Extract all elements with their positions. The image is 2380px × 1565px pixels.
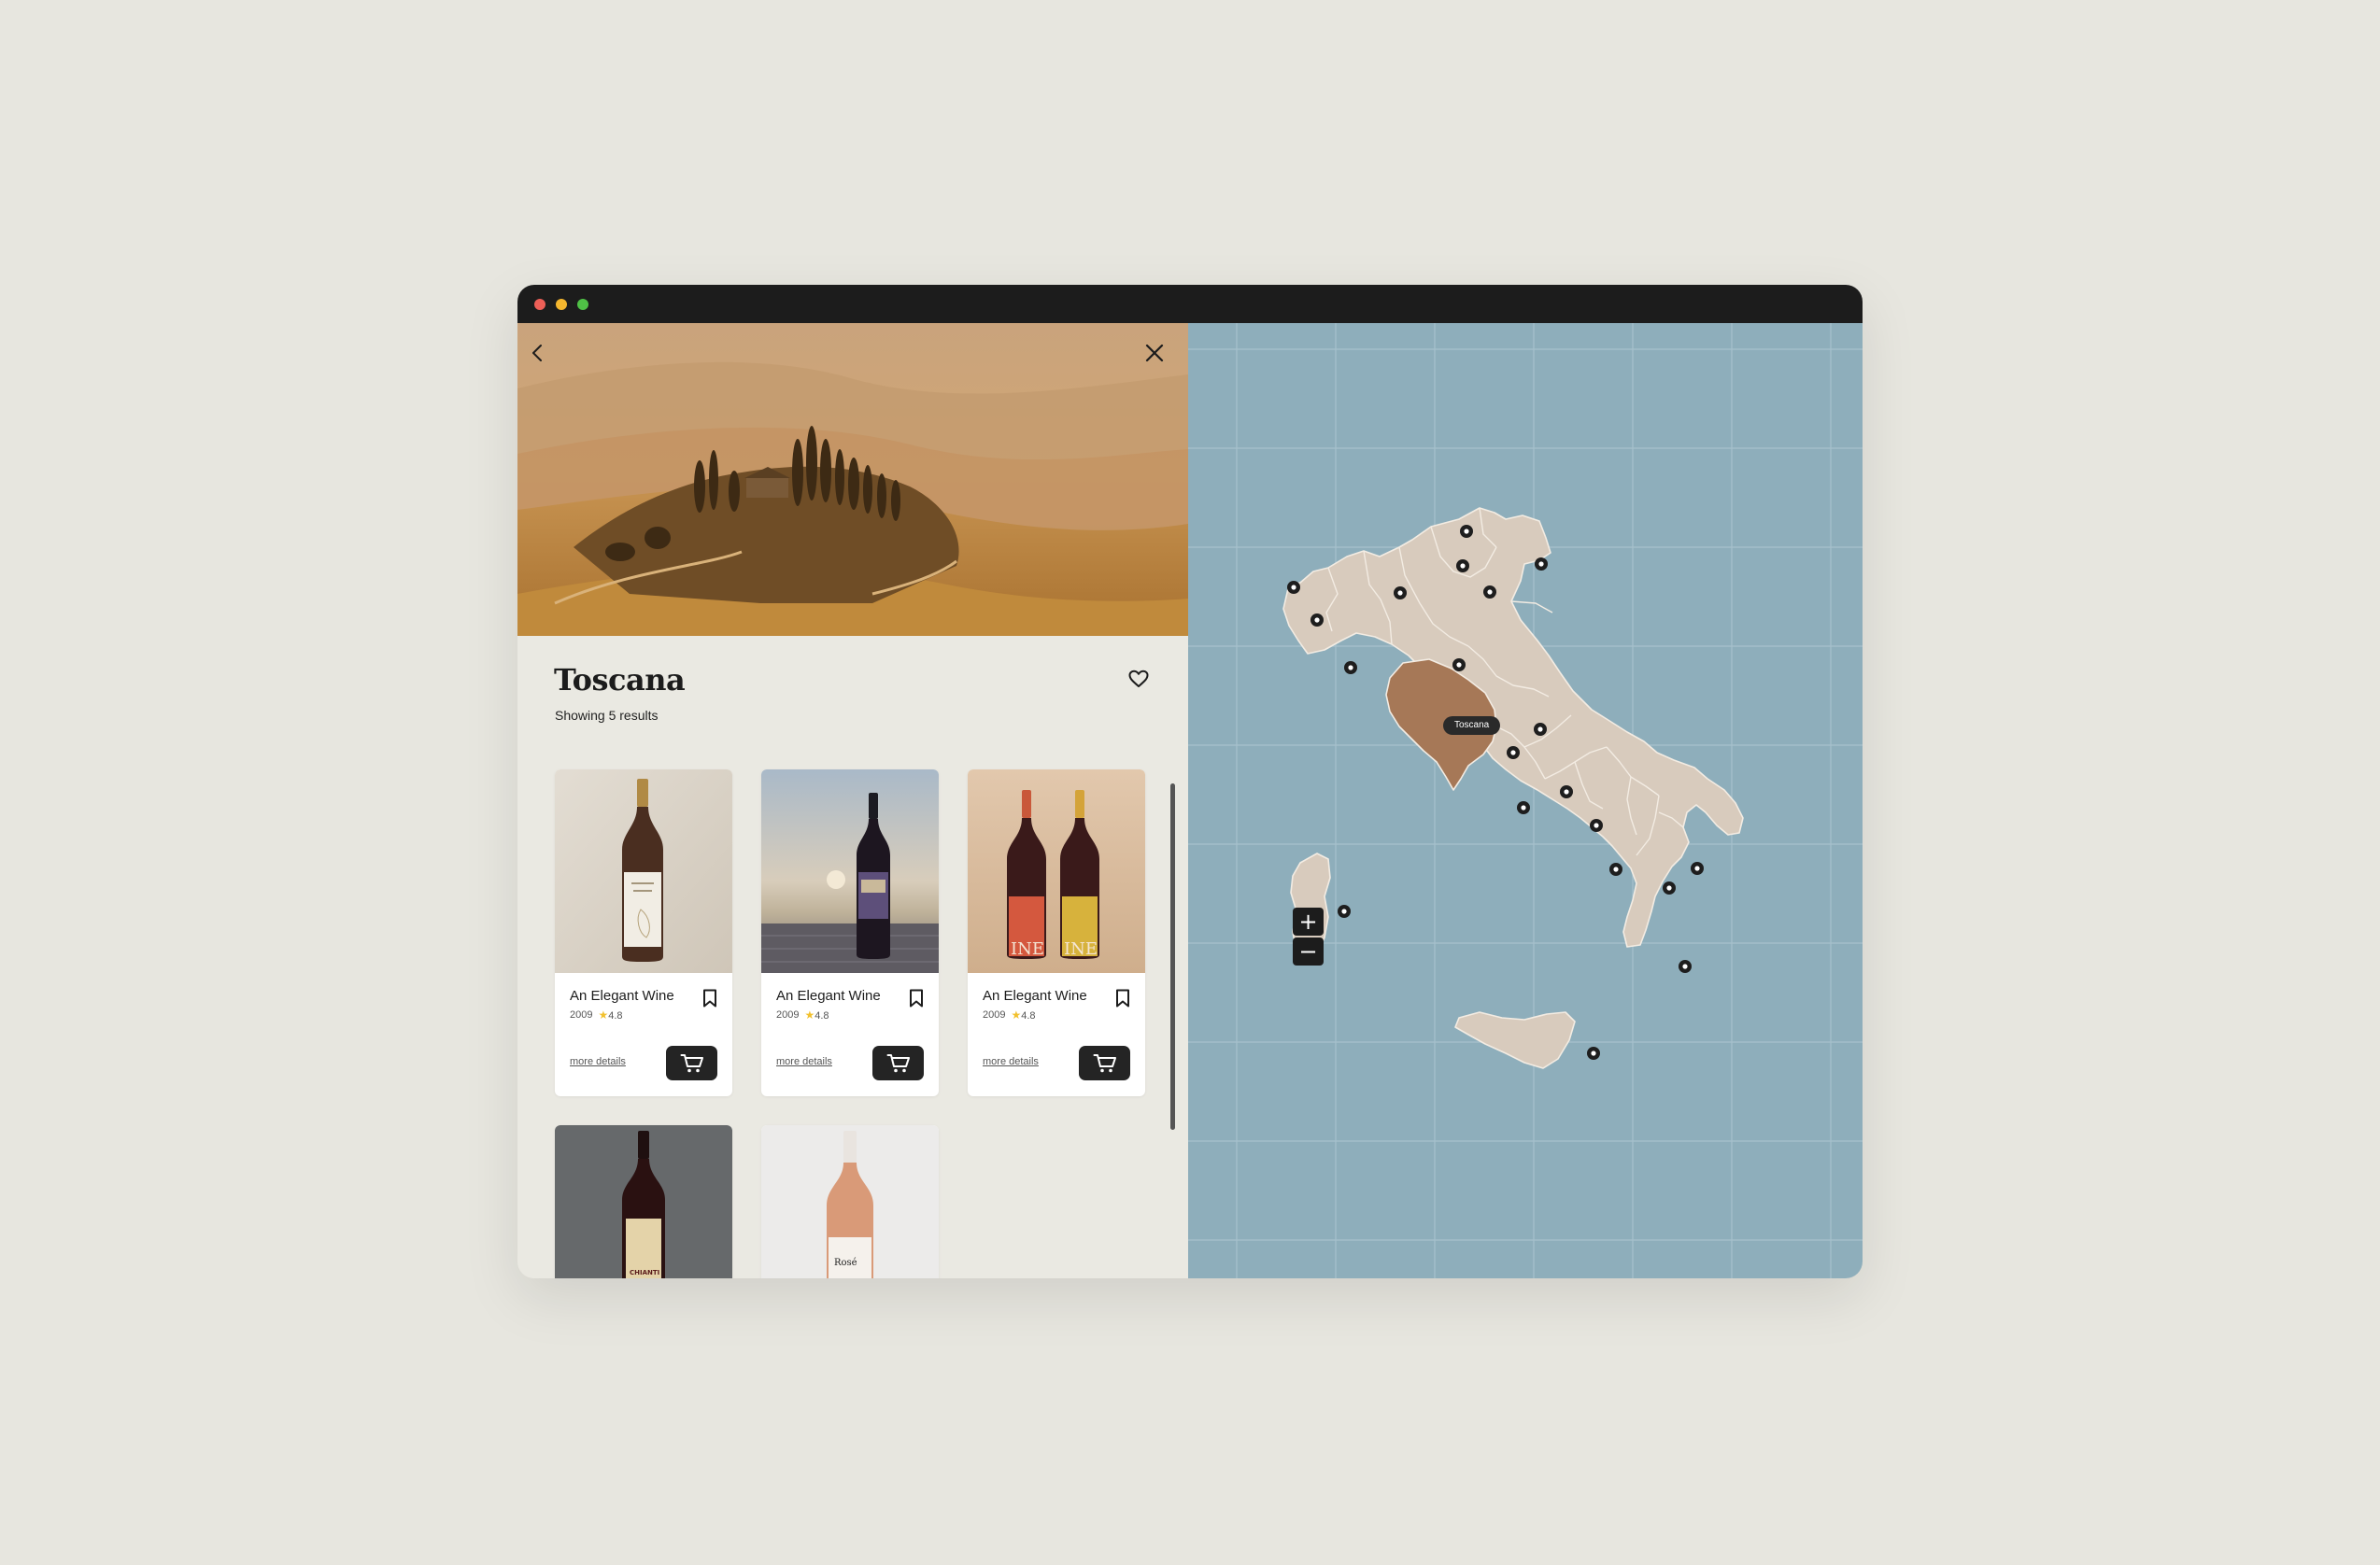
wine-year: 2009 (570, 1009, 593, 1021)
window-maximize-dot[interactable] (577, 299, 588, 310)
wine-rating: 4.8 (1021, 1010, 1036, 1022)
wine-rating: 4.8 (608, 1010, 623, 1022)
wine-year: 2009 (983, 1009, 1006, 1021)
cart-icon (886, 1053, 910, 1072)
add-to-cart-button[interactable] (1079, 1046, 1130, 1080)
bookmark-button[interactable] (1113, 986, 1132, 1010)
wine-card[interactable]: An Elegant Wine 2009 ★4.8 more details (761, 769, 939, 1096)
bookmark-icon (1116, 989, 1129, 1008)
results-scrollbar[interactable] (1170, 783, 1175, 1130)
wine-bottle-image: CHIANTI (555, 1125, 732, 1278)
bottle-label: Rosé (834, 1258, 857, 1268)
window-minimize-dot[interactable] (556, 299, 567, 310)
wine-bottle-image: Rosé (761, 1125, 939, 1278)
bookmark-icon (703, 989, 716, 1008)
heart-icon (1128, 670, 1149, 687)
wine-meta: 2009 ★4.8 (570, 1008, 623, 1022)
wine-card[interactable]: Rosé (761, 1125, 939, 1278)
star-icon: ★ (804, 1008, 815, 1022)
cart-icon (1093, 1053, 1116, 1072)
star-icon: ★ (598, 1008, 609, 1022)
wine-meta: 2009 ★4.8 (776, 1008, 829, 1022)
bookmark-button[interactable] (907, 986, 926, 1010)
cart-icon (680, 1053, 703, 1072)
svg-text:INE: INE (1064, 939, 1098, 959)
italy-mainland[interactable] (1282, 507, 1744, 948)
wine-bottle-image (761, 769, 939, 973)
sicilia-island[interactable] (1454, 1011, 1576, 1069)
close-icon (1145, 344, 1164, 362)
region-panel: Toscana Showing 5 results An Elegant Win… (517, 323, 1188, 1278)
hero-landscape-image (517, 323, 1188, 636)
svg-text:INE: INE (1011, 939, 1044, 959)
wine-rating: 4.8 (815, 1010, 829, 1022)
window-titlebar (517, 285, 1863, 323)
more-details-link[interactable]: more details (570, 1056, 626, 1067)
bottle-label: CHIANTI (630, 1269, 659, 1276)
italy-map[interactable] (1188, 323, 1863, 1278)
favorite-region-button[interactable] (1125, 665, 1153, 693)
region-title: Toscana (554, 662, 686, 698)
more-details-link[interactable]: more details (776, 1056, 832, 1067)
more-details-link[interactable]: more details (983, 1056, 1039, 1067)
zoom-in-button[interactable]: + (1293, 908, 1324, 936)
add-to-cart-button[interactable] (872, 1046, 924, 1080)
wine-card[interactable]: INE INE An Elegant Wine 2009 ★4.8 more d… (968, 769, 1145, 1096)
wine-name: An Elegant Wine (983, 988, 1087, 1004)
chevron-left-icon (532, 345, 542, 361)
wine-year: 2009 (776, 1009, 800, 1021)
close-panel-button[interactable] (1138, 336, 1171, 370)
wine-card[interactable]: CHIANTI (555, 1125, 732, 1278)
window-close-dot[interactable] (534, 299, 545, 310)
zoom-out-button[interactable]: − (1293, 938, 1324, 966)
wine-meta: 2009 ★4.8 (983, 1008, 1036, 1022)
wine-name: An Elegant Wine (570, 988, 674, 1004)
wine-name: An Elegant Wine (776, 988, 881, 1004)
wine-card[interactable]: An Elegant Wine 2009 ★4.8 more details (555, 769, 732, 1096)
bookmark-button[interactable] (701, 986, 719, 1010)
bookmark-icon (910, 989, 923, 1008)
wine-bottle-image: INE INE (968, 769, 1145, 973)
star-icon: ★ (1011, 1008, 1022, 1022)
map-grid (1188, 323, 1863, 1278)
map-region-tooltip: Toscana (1443, 716, 1501, 735)
results-count: Showing 5 results (555, 708, 659, 723)
add-to-cart-button[interactable] (666, 1046, 717, 1080)
wine-bottle-image (555, 769, 732, 973)
app-window: Toscana Showing 5 results An Elegant Win… (517, 285, 1863, 1278)
back-button[interactable] (521, 336, 555, 370)
